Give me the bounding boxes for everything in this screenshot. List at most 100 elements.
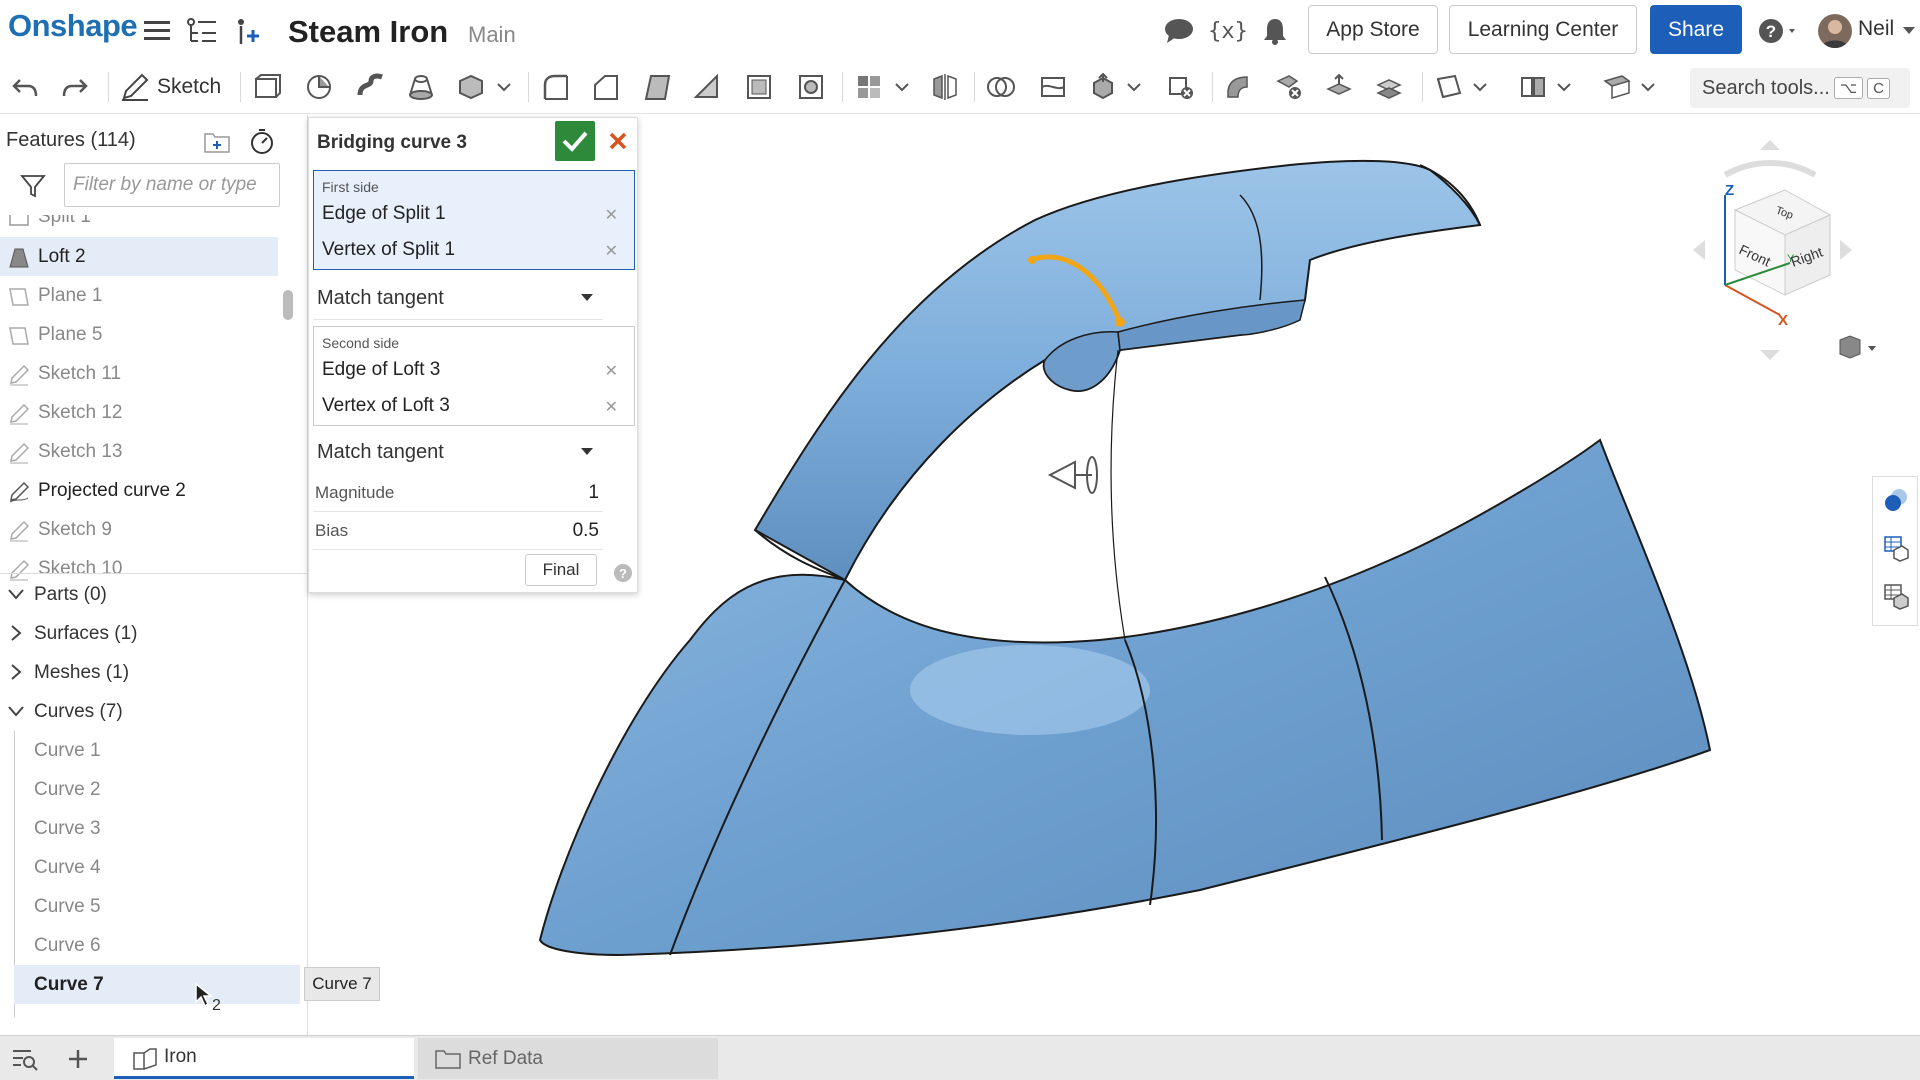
feature-label: Sketch 9 — [38, 518, 112, 540]
curve-item-6[interactable]: Curve 6 — [14, 926, 300, 965]
curve-item-5[interactable]: Curve 5 — [14, 887, 300, 926]
linear-pattern-icon[interactable] — [852, 70, 886, 104]
chamfer-icon[interactable] — [588, 70, 622, 104]
sweep-icon[interactable] — [354, 70, 388, 104]
search-tools-input[interactable]: Search tools... ⌥ C — [1690, 68, 1910, 108]
hole-icon[interactable] — [794, 70, 828, 104]
tab-iron[interactable]: Iron — [114, 1038, 414, 1079]
loft-feature-icon — [9, 248, 29, 268]
shortcut-key-c: C — [1867, 77, 1890, 99]
curve-item-4[interactable]: Curve 4 — [14, 848, 300, 887]
plane-icon[interactable] — [1432, 70, 1466, 104]
feature-label: Sketch 11 — [38, 362, 122, 384]
delete-face-icon[interactable] — [1272, 70, 1306, 104]
sheet-metal-dropdown-icon[interactable] — [1638, 70, 1658, 104]
user-name[interactable]: Neil — [1858, 17, 1894, 41]
comments-icon[interactable] — [1162, 16, 1196, 46]
feature-item-sketch-12[interactable]: Sketch 12 — [0, 393, 278, 432]
user-avatar[interactable] — [1818, 14, 1852, 48]
thicken-dropdown-icon[interactable] — [494, 70, 514, 104]
shell-icon[interactable] — [742, 70, 776, 104]
feature-item-projected-curve-2[interactable]: Projected curve 2 — [0, 471, 278, 510]
boolean-icon[interactable] — [984, 70, 1018, 104]
meshes-section[interactable]: Meshes (1) — [0, 653, 300, 692]
thicken-icon[interactable] — [454, 70, 488, 104]
app-store-button[interactable]: App Store — [1308, 5, 1438, 54]
extrude-icon[interactable] — [250, 70, 284, 104]
selection-text: Edge of Loft 3 — [322, 359, 441, 380]
feature-item-sketch-13[interactable]: Sketch 13 — [0, 432, 278, 471]
feature-item-sketch-9[interactable]: Sketch 9 — [0, 510, 278, 549]
user-menu-chevron-icon[interactable] — [1902, 26, 1916, 36]
help-icon[interactable]: ? — [1757, 16, 1801, 46]
view-cube[interactable]: Z X Y Top Front Right — [1675, 135, 1865, 365]
feature-item-plane-5[interactable]: Plane 5 — [0, 315, 278, 354]
steam-iron-model[interactable] — [520, 115, 1870, 1035]
feature-item-sketch-11[interactable]: Sketch 11 — [0, 354, 278, 393]
delete-part-icon[interactable] — [1164, 70, 1198, 104]
feature-list-icon[interactable] — [186, 16, 218, 46]
feature-list-scrollbar[interactable] — [283, 290, 293, 320]
learning-center-button[interactable]: Learning Center — [1449, 5, 1637, 54]
filter-funnel-icon[interactable] — [18, 173, 48, 199]
shortcut-key-option: ⌥ — [1833, 77, 1864, 99]
tab-bar: Iron Ref Data — [0, 1035, 1920, 1080]
curve-item-3[interactable]: Curve 3 — [14, 809, 300, 848]
view-options-icon[interactable] — [1836, 334, 1878, 362]
feature-item-loft-2[interactable]: Loft 2 — [0, 237, 278, 276]
bom-table-icon[interactable] — [1881, 533, 1911, 563]
sketch-feature-icon — [10, 364, 30, 386]
surfaces-section[interactable]: Surfaces (1) — [0, 614, 300, 653]
branch-name[interactable]: Main — [468, 22, 516, 48]
mate-connector-icon[interactable] — [1516, 70, 1550, 104]
redo-icon[interactable] — [58, 70, 92, 104]
transform-icon[interactable] — [1086, 70, 1120, 104]
mass-properties-icon[interactable] — [1881, 581, 1911, 611]
variables-icon[interactable]: {x} — [1208, 16, 1248, 46]
curve-item-1[interactable]: Curve 1 — [14, 731, 300, 770]
bias-label: Bias — [315, 520, 349, 540]
revolve-icon[interactable] — [302, 70, 336, 104]
replace-face-icon[interactable] — [1372, 70, 1406, 104]
section-label: Surfaces (1) — [34, 622, 138, 644]
modify-fillet-icon[interactable] — [1222, 70, 1256, 104]
share-button[interactable]: Share — [1650, 5, 1742, 54]
document-title[interactable]: Steam Iron — [288, 14, 448, 50]
sketch-pencil-icon[interactable] — [118, 70, 152, 104]
draft-icon[interactable] — [640, 70, 674, 104]
notifications-bell-icon[interactable] — [1260, 16, 1290, 46]
graphics-viewport[interactable] — [520, 115, 1870, 1035]
transform-dropdown-icon[interactable] — [1124, 70, 1144, 104]
parts-section[interactable]: Parts (0) — [0, 575, 300, 614]
rollback-timer-icon[interactable] — [247, 126, 277, 156]
sheet-metal-icon[interactable] — [1600, 70, 1634, 104]
appearance-icon[interactable] — [1881, 485, 1911, 515]
curves-section[interactable]: Curves (7) — [0, 692, 300, 731]
pattern-dropdown-icon[interactable] — [892, 70, 912, 104]
filter-input[interactable] — [64, 163, 280, 207]
connector-dropdown-icon[interactable] — [1554, 70, 1574, 104]
fillet-icon[interactable] — [538, 70, 572, 104]
mirror-icon[interactable] — [928, 70, 962, 104]
section-label: Curves (7) — [34, 700, 123, 722]
sketch-feature-icon — [10, 520, 30, 542]
feature-item-split-1[interactable]: Split 1 — [0, 215, 278, 236]
curve-item-2[interactable]: Curve 2 — [14, 770, 300, 809]
tab-ref-data[interactable]: Ref Data — [418, 1038, 718, 1079]
undo-icon[interactable] — [8, 70, 42, 104]
plane-dropdown-icon[interactable] — [1470, 70, 1490, 104]
add-tab-icon[interactable] — [64, 1045, 92, 1073]
loft-icon[interactable] — [404, 70, 438, 104]
curve-item-7[interactable]: Curve 7 — [14, 965, 300, 1004]
onshape-logo[interactable]: Onshape — [8, 8, 138, 44]
tab-manager-icon[interactable] — [10, 1045, 40, 1073]
sketch-feature-icon — [10, 403, 30, 425]
insert-icon[interactable] — [232, 16, 264, 46]
rib-icon[interactable] — [690, 70, 724, 104]
add-folder-icon[interactable] — [202, 128, 232, 156]
sketch-button[interactable]: Sketch — [157, 75, 221, 99]
feature-item-plane-1[interactable]: Plane 1 — [0, 276, 278, 315]
split-icon[interactable] — [1036, 70, 1070, 104]
hamburger-menu-icon[interactable] — [143, 16, 171, 44]
move-face-icon[interactable] — [1322, 70, 1356, 104]
